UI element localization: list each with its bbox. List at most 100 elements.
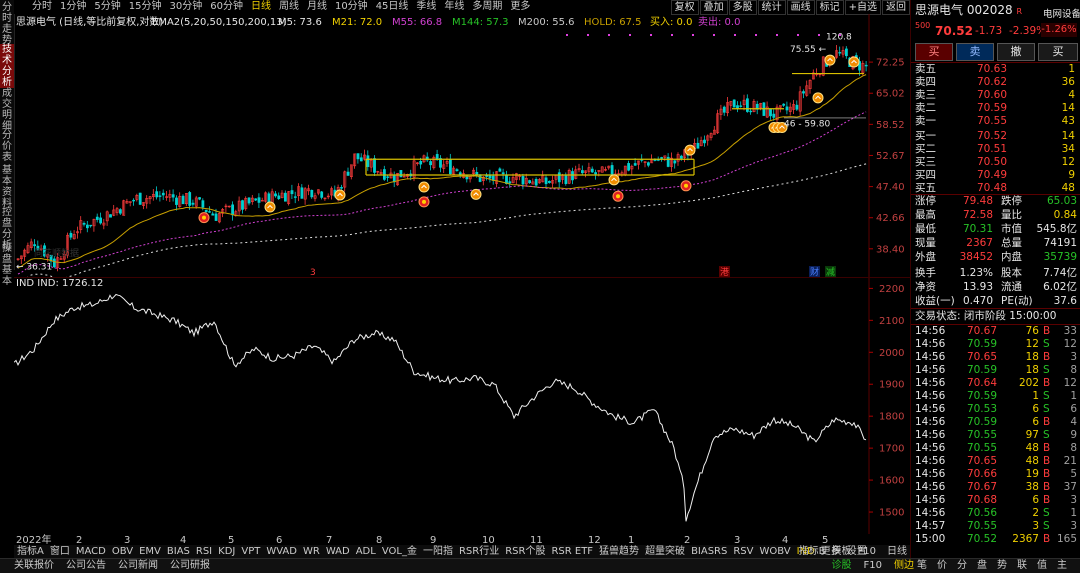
low-price-label: ← 36.31	[16, 262, 52, 272]
indicator-tab-12[interactable]: ADL	[353, 545, 379, 558]
indicator-tab-18[interactable]: 猛兽趋势	[596, 545, 642, 558]
status-link-0[interactable]: 关联报价	[8, 559, 60, 573]
indicator-tab-0[interactable]: 指标A	[14, 545, 47, 558]
indicator-tab-7[interactable]: KDJ	[215, 545, 238, 558]
buy-signal-icon[interactable]	[812, 92, 824, 104]
sell-button[interactable]: 卖	[956, 43, 994, 61]
tool-button-0[interactable]: 复权	[670, 0, 699, 15]
tool-button-7[interactable]: 返回	[882, 0, 910, 15]
period-3[interactable]: 15分钟	[125, 0, 166, 14]
left-tab-1[interactable]: 技术分析	[0, 44, 14, 88]
bottom-tab-3[interactable]: 盘	[972, 559, 992, 573]
period-13[interactable]: 多周期	[468, 0, 506, 14]
indicator-tab-5[interactable]: BIAS	[164, 545, 193, 558]
event-marker-3[interactable]: 减	[826, 266, 835, 277]
buy-signal-icon[interactable]	[470, 188, 482, 200]
status-link-3[interactable]: 公司研报	[164, 559, 216, 573]
chart-tools: 复权 叠加 多股 统计 画线 标记 +自选 返回	[670, 0, 910, 15]
bottom-tab-1[interactable]: 价	[932, 559, 952, 573]
ma-legend-6: 买入: 0.0	[650, 16, 692, 28]
period-11[interactable]: 季线	[412, 0, 440, 14]
left-tab-2[interactable]: 成交明细	[0, 88, 14, 132]
candle-body	[666, 156, 670, 167]
bottom-tab-6[interactable]: 值	[1032, 559, 1052, 573]
tool-button-6[interactable]: +自选	[844, 0, 881, 15]
period-10[interactable]: 45日线	[372, 0, 413, 14]
indicator-tab-8[interactable]: VPT	[238, 545, 263, 558]
indicator-tab-6[interactable]: RSI	[193, 545, 215, 558]
bottom-tab-2[interactable]: 分	[952, 559, 972, 573]
status-link-1[interactable]: 公司公告	[60, 559, 112, 573]
indicator-tab-13[interactable]: VOL_金	[379, 545, 420, 558]
indicator-tab-20[interactable]: BIASRS	[688, 545, 730, 558]
period-8[interactable]: 月线	[303, 0, 331, 14]
period-9[interactable]: 10分钟	[331, 0, 372, 14]
bottom-tab-7[interactable]: 主	[1052, 559, 1072, 573]
tool-button-2[interactable]: 多股	[728, 0, 757, 15]
tool-button-5[interactable]: 标记	[815, 0, 844, 15]
tick-price-5: 70.59	[966, 390, 997, 402]
period-7[interactable]: 周线	[275, 0, 303, 14]
bottom-tab-0[interactable]: 笔	[912, 559, 932, 573]
indicator-tab-19[interactable]: 超量突破	[642, 545, 688, 558]
indicator-right-tab-2[interactable]: F10	[855, 545, 879, 558]
indicator-tab-16[interactable]: RSR个股	[502, 545, 548, 558]
sell-signal-icon[interactable]	[680, 180, 692, 192]
indicator-tab-9[interactable]: WVAD	[263, 545, 300, 558]
status-right-1[interactable]: F10	[858, 559, 888, 573]
period-4[interactable]: 30分钟	[165, 0, 206, 14]
indicator-tab-14[interactable]: 一阳指	[420, 545, 456, 558]
tool-button-1[interactable]: 叠加	[699, 0, 728, 15]
buy-signal-icon[interactable]	[608, 174, 620, 186]
period-1[interactable]: 1分钟	[56, 0, 90, 14]
indicator-tab-10[interactable]: WR	[300, 545, 323, 558]
event-marker-1[interactable]: 港	[720, 266, 729, 277]
sell-signal-icon[interactable]	[418, 196, 430, 208]
period-12[interactable]: 年线	[440, 0, 468, 14]
indicator-tab-17[interactable]: RSR ETF	[548, 545, 596, 558]
event-marker-2[interactable]: 财	[810, 266, 819, 277]
buy-signal-icon[interactable]	[848, 56, 860, 68]
indicator-tab-4[interactable]: EMV	[136, 545, 164, 558]
buy-signal-icon[interactable]	[418, 181, 430, 193]
indicator-chart[interactable]: IND IND: 1726.12 2200 2100 2000 1900 1800 1700…	[14, 277, 910, 534]
left-tab-3[interactable]: 分价表	[0, 130, 14, 163]
status-link-2[interactable]: 公司新闻	[112, 559, 164, 573]
left-tab-4[interactable]: 基本资料	[0, 165, 14, 209]
left-tab-0[interactable]: 分时走势	[0, 2, 14, 46]
buy-signal-icon[interactable]	[264, 201, 276, 213]
indicator-tab-11[interactable]: WAD	[323, 545, 353, 558]
buy-signal-icon[interactable]	[684, 144, 696, 156]
period-0[interactable]: 分时	[28, 0, 56, 14]
indicator-tab-1[interactable]: 窗口	[47, 545, 73, 558]
bottom-tab-4[interactable]: 势	[992, 559, 1012, 573]
status-right-0[interactable]: 诊股	[826, 559, 858, 573]
price-chart[interactable]: 72.25 65.02 58.52 52.67 47.40 42.66 38.40 思源电气 …	[14, 14, 910, 277]
tool-button-4[interactable]: 画线	[786, 0, 815, 15]
buy-signal-icon[interactable]	[334, 189, 346, 201]
left-tab-6[interactable]: 操盘基本	[0, 243, 14, 287]
indicator-tab-3[interactable]: OBV	[109, 545, 136, 558]
indicator-tab-2[interactable]: MACD	[73, 545, 109, 558]
period-14[interactable]: 更多	[506, 0, 534, 14]
buy-button[interactable]: 买	[915, 43, 953, 61]
buy-signal-icon[interactable]	[824, 54, 836, 66]
ind-tick-label: 1900	[879, 380, 904, 391]
sell-signal-icon[interactable]	[198, 212, 210, 224]
tool-button-3[interactable]: 统计	[757, 0, 786, 15]
period-6[interactable]: 日线	[247, 0, 275, 14]
sell-signal-icon[interactable]	[612, 190, 624, 202]
indicator-tab-21[interactable]: RSV	[730, 545, 756, 558]
indicator-tab-15[interactable]: RSR行业	[456, 545, 502, 558]
quick-buy-button[interactable]: 买	[1038, 43, 1078, 61]
industry-name[interactable]: 电网设备	[1043, 6, 1080, 20]
indicator-tab-22[interactable]: WOBV	[757, 545, 794, 558]
period-2[interactable]: 5分钟	[90, 0, 124, 14]
indicator-right-tab-0[interactable]: 指标B	[796, 545, 829, 558]
period-5[interactable]: 60分钟	[206, 0, 247, 14]
cancel-order-button[interactable]: 撤	[997, 43, 1035, 61]
bottom-tab-5[interactable]: 联	[1012, 559, 1032, 573]
indicator-right-tab-1[interactable]: 模板	[829, 545, 855, 558]
candle-body	[208, 211, 211, 213]
side-tab[interactable]: 日线	[884, 545, 910, 558]
